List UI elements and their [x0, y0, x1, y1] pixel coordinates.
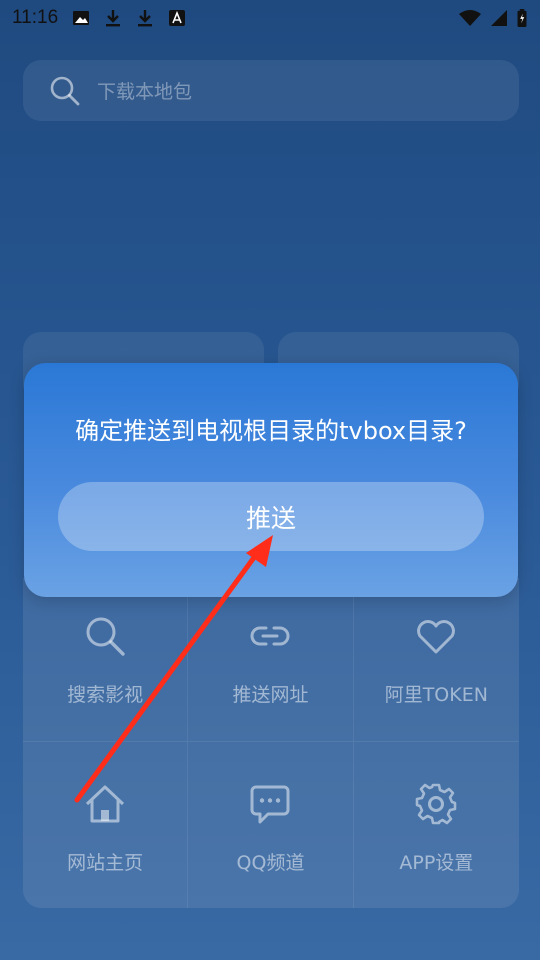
gear-icon [416, 783, 457, 825]
wifi-icon [459, 10, 481, 26]
search-placeholder: 下载本地包 [97, 81, 193, 103]
home-icon [86, 785, 125, 823]
battery-icon [517, 9, 527, 27]
download-icon [106, 10, 121, 27]
function-grid: 搜索影视 推送网址 阿里TOKEN 网站主页 QQ频道 APP设置 [23, 578, 519, 908]
search-icon [86, 617, 125, 656]
image-icon [73, 11, 90, 25]
download-icon [138, 10, 153, 27]
grid-item-qq-channel[interactable]: QQ频道 [188, 742, 354, 908]
grid-item-label: APP设置 [399, 852, 474, 874]
grid-item-ali-token[interactable]: 阿里TOKEN [353, 578, 519, 742]
search-icon [50, 76, 80, 105]
push-button[interactable]: 推送 [58, 482, 484, 551]
chat-bubble-icon [250, 785, 290, 824]
heart-icon [417, 620, 456, 654]
grid-item-label: 搜索影视 [67, 684, 144, 706]
notification-icons [72, 9, 186, 27]
grid-item-label: 阿里TOKEN [384, 684, 488, 706]
status-time: 11:16 [12, 7, 59, 28]
signal-icon [491, 10, 507, 26]
status-bar: 11:16 [0, 0, 540, 36]
dialog-message: 确定推送到电视根目录的tvbox目录? [75, 417, 467, 445]
grid-item-label: QQ频道 [236, 852, 305, 874]
link-icon [251, 626, 290, 646]
grid-item-label: 推送网址 [232, 684, 309, 706]
grid-item-label: 网站主页 [67, 852, 144, 874]
search-bar[interactable]: 下载本地包 [23, 60, 519, 121]
grid-item-push-url[interactable]: 推送网址 [188, 578, 354, 742]
grid-item-website-home[interactable]: 网站主页 [23, 742, 189, 908]
grid-item-app-settings[interactable]: APP设置 [354, 742, 519, 908]
text-a-icon [169, 10, 186, 26]
push-confirm-dialog: 确定推送到电视根目录的tvbox目录? 推送 [24, 363, 518, 597]
grid-item-search-videos[interactable]: 搜索影视 [23, 578, 189, 742]
system-icons [458, 9, 528, 27]
push-button-label: 推送 [245, 503, 296, 533]
